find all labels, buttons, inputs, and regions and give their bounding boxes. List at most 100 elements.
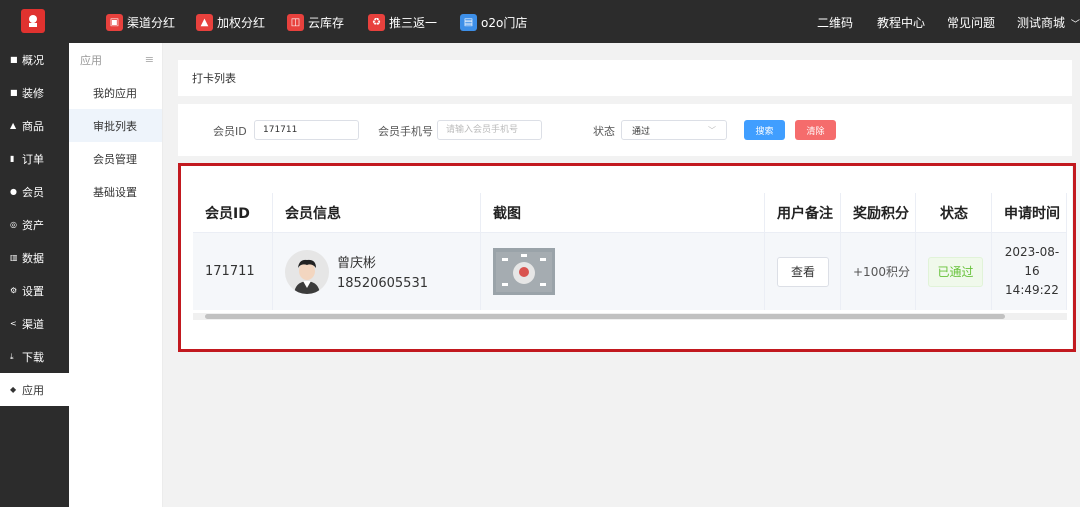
sidebar-item-overview[interactable]: ■ 概况: [0, 43, 69, 76]
apply-time-cell: 2023-08-16 14:49:22: [992, 233, 1067, 310]
sub-sidebar: 应用 ≡ 我的应用 审批列表 会员管理 基础设置: [69, 43, 163, 507]
collapse-menu-icon[interactable]: ≡: [145, 53, 154, 66]
status-badge: 已通过: [928, 256, 983, 287]
horizontal-scrollbar-track[interactable]: [193, 313, 1067, 320]
sidebar-item-channel[interactable]: < 渠道: [0, 307, 69, 340]
decorate-icon: ■: [10, 88, 18, 97]
top-nav-o2o-store[interactable]: ▤ o2o门店: [460, 12, 527, 32]
avatar: [285, 249, 329, 294]
weighted-dividend-icon: ▲: [196, 13, 213, 31]
remark-cell: 查看: [765, 233, 841, 310]
sidebar-item-app[interactable]: ◆ 应用: [0, 373, 69, 406]
sidebar-item-settings[interactable]: ⚙ 设置: [0, 274, 69, 307]
user-avatar-icon: [285, 249, 329, 294]
top-nav-weighted-dividend[interactable]: ▲ 加权分红: [196, 12, 265, 32]
faq-link[interactable]: 常见问题: [947, 14, 995, 31]
phone-label: 会员手机号: [378, 125, 433, 138]
settings-icon: ⚙: [10, 286, 18, 295]
sidebar-item-member[interactable]: ● 会员: [0, 175, 69, 208]
sub-sidebar-header: 应用 ≡: [69, 43, 162, 76]
clear-button[interactable]: 清除: [795, 120, 836, 140]
top-nav-refer-three[interactable]: ♻ 推三返一: [368, 12, 437, 32]
column-header-remark: 用户备注: [765, 193, 841, 232]
shop-name: 测试商城: [1017, 16, 1066, 30]
sub-sidebar-title: 应用: [80, 53, 102, 67]
phone-input[interactable]: [437, 120, 542, 140]
chevron-down-icon: ﹀: [708, 125, 716, 135]
top-nav-label: 加权分红: [217, 15, 266, 30]
sidebar-item-goods[interactable]: ▲ 商品: [0, 109, 69, 142]
screenshot-cell: [481, 233, 765, 310]
search-button[interactable]: 搜索: [744, 120, 785, 140]
sidebar-item-label: 装修: [22, 86, 44, 100]
sidebar-item-label: 渠道: [22, 317, 44, 331]
data-icon: ▥: [10, 253, 18, 262]
app-icon: ◆: [10, 385, 17, 394]
subnav-item-approval-list[interactable]: 审批列表: [69, 109, 162, 142]
screenshot-thumbnail-image: [496, 251, 552, 292]
sidebar-item-label: 商品: [22, 119, 44, 133]
sidebar-item-label: 下载: [22, 350, 44, 364]
member-icon: ●: [10, 187, 17, 196]
sidebar-item-label: 订单: [22, 152, 44, 166]
sidebar-item-label: 会员: [22, 185, 44, 199]
member-phone: 18520605531: [337, 276, 428, 291]
top-bar: ▣ 渠道分红 ▲ 加权分红 ◫ 云库存 ♻ 推三返一 ▤ o2o门店 二维码 教…: [0, 0, 1080, 43]
sidebar-item-data[interactable]: ▥ 数据: [0, 241, 69, 274]
status-label: 状态: [593, 125, 615, 138]
order-icon: ▮: [10, 154, 15, 163]
column-header-apply-time: 申请时间: [992, 193, 1067, 232]
top-nav-label: o2o门店: [481, 15, 528, 30]
main-sidebar: ■ 概况 ■ 装修 ▲ 商品 ▮ 订单 ● 会员 ◎ 资产 ▥ 数据 ⚙ 设置 < 渠道 ⤓ 下载 …: [0, 43, 69, 507]
member-id-cell: 171711: [193, 233, 273, 310]
top-nav-label: 云库存: [308, 15, 345, 30]
store-icon: ▤: [460, 13, 477, 31]
table-header-row: 会员ID 会员信息 截图 用户备注 奖励积分 状态 申请时间: [193, 193, 1067, 233]
sidebar-item-order[interactable]: ▮ 订单: [0, 142, 69, 175]
brand-logo[interactable]: [21, 9, 45, 33]
shop-switcher[interactable]: 测试商城 ﹀: [1017, 14, 1080, 31]
status-select-value: 通过: [632, 126, 651, 137]
status-select[interactable]: 通过 ﹀: [621, 120, 727, 140]
page-title: 打卡列表: [192, 72, 236, 85]
member-id-label: 会员ID: [213, 125, 247, 138]
refer-three-icon: ♻: [368, 13, 385, 31]
top-nav-label: 推三返一: [389, 15, 438, 30]
member-info-text: 曾庆彬 18520605531: [337, 252, 428, 291]
member-name: 曾庆彬: [337, 256, 377, 271]
qrcode-link[interactable]: 二维码: [817, 14, 853, 31]
screenshot-thumbnail[interactable]: [493, 248, 555, 295]
sidebar-item-label: 设置: [22, 284, 44, 298]
column-header-points: 奖励积分: [841, 193, 916, 232]
horizontal-scrollbar-thumb[interactable]: [205, 314, 1005, 319]
tutorial-link[interactable]: 教程中心: [877, 14, 925, 31]
column-header-screenshot: 截图: [481, 193, 765, 232]
sidebar-item-label: 资产: [22, 218, 44, 232]
status-cell: 已通过: [916, 233, 992, 310]
top-nav-cloud-stock[interactable]: ◫ 云库存: [287, 12, 344, 32]
sidebar-item-download[interactable]: ⤓ 下载: [0, 340, 69, 373]
subnav-item-my-apps[interactable]: 我的应用: [69, 76, 162, 109]
chevron-down-icon: ﹀: [1070, 20, 1080, 30]
column-header-member-info: 会员信息: [273, 193, 481, 232]
column-header-status: 状态: [916, 193, 992, 232]
points-cell: +100积分: [841, 233, 916, 310]
member-id-input[interactable]: [254, 120, 359, 140]
channel-dividend-icon: ▣: [106, 13, 123, 31]
top-nav-channel-dividend[interactable]: ▣ 渠道分红: [106, 12, 175, 32]
column-header-member-id: 会员ID: [193, 193, 273, 232]
sidebar-item-decorate[interactable]: ■ 装修: [0, 76, 69, 109]
top-nav-label: 渠道分红: [127, 15, 176, 30]
member-info-cell: 曾庆彬 18520605531: [273, 233, 481, 310]
view-remark-button[interactable]: 查看: [777, 256, 829, 287]
asset-icon: ◎: [10, 220, 17, 229]
goods-icon: ▲: [10, 121, 17, 130]
breadcrumb: 打卡列表: [178, 60, 1072, 96]
sidebar-item-label: 概况: [22, 53, 44, 67]
logo-icon: [29, 15, 37, 27]
sidebar-item-asset[interactable]: ◎ 资产: [0, 208, 69, 241]
subnav-item-member-management[interactable]: 会员管理: [69, 142, 162, 175]
download-icon: ⤓: [10, 351, 14, 361]
sidebar-item-label: 应用: [22, 383, 44, 397]
subnav-item-basic-settings[interactable]: 基础设置: [69, 175, 162, 208]
